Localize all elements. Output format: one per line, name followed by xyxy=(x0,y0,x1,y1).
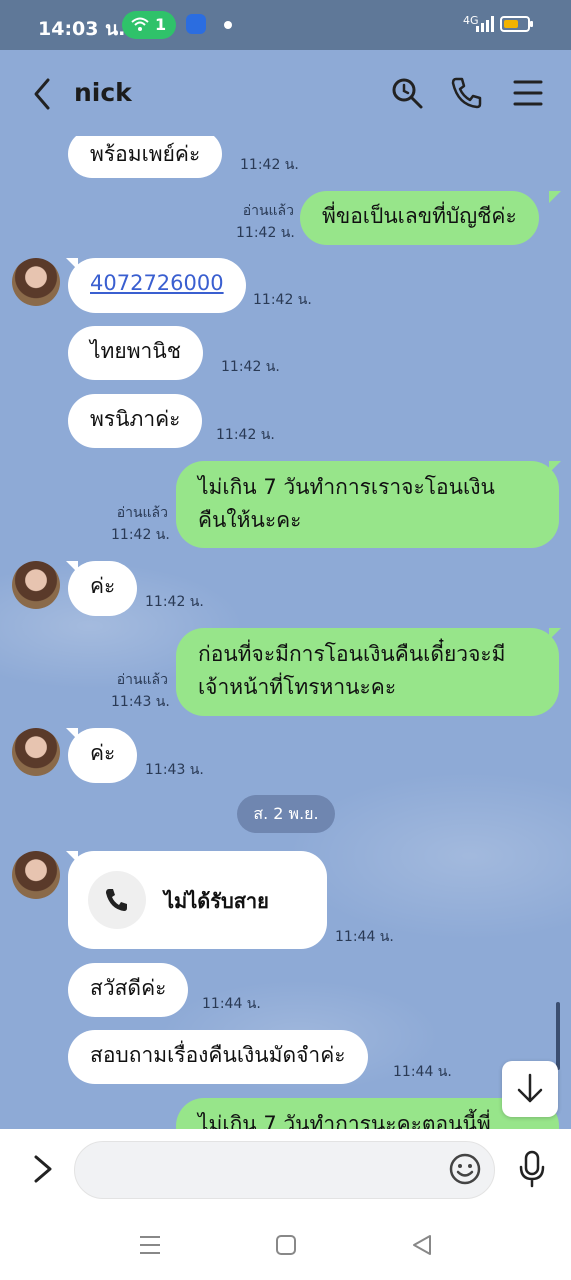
message-time: 11:44 น. xyxy=(202,996,261,1012)
back-arrow-icon[interactable] xyxy=(28,76,58,112)
message-time: 11:42 น. xyxy=(236,225,295,241)
message-bubble[interactable]: สวัสดีค่ะ xyxy=(68,963,189,1017)
date-separator: ส. 2 พ.ย. xyxy=(237,795,335,833)
message-bubble[interactable]: พร้อมเพย์ค่ะ xyxy=(68,136,223,178)
avatar[interactable] xyxy=(12,728,60,776)
message-bubble[interactable]: ไทยพานิช xyxy=(68,326,203,380)
account-number-link[interactable]: 4072726000 xyxy=(68,258,246,313)
message-bubble[interactable]: ไม่เกิน 7 วันทำการเราจะโอนเงิน คืนให้นะค… xyxy=(176,461,559,548)
bubble-tail xyxy=(549,461,561,473)
signal-icon xyxy=(476,16,494,32)
notification-dot-icon xyxy=(224,21,232,29)
home-icon[interactable] xyxy=(274,1233,298,1257)
avatar[interactable] xyxy=(12,561,60,609)
microphone-icon[interactable] xyxy=(516,1149,548,1189)
battery-icon xyxy=(500,16,533,32)
message-time: 11:42 น. xyxy=(145,594,204,610)
message-line: คืนให้นะคะ xyxy=(198,508,302,532)
message-input[interactable] xyxy=(74,1141,495,1199)
message-bubble[interactable]: ค่ะ xyxy=(68,728,138,783)
android-icon xyxy=(186,14,206,34)
bubble-tail xyxy=(549,191,561,203)
system-navigation-bar xyxy=(0,1209,571,1280)
message-input-bar xyxy=(0,1129,571,1209)
message-time: 11:42 น. xyxy=(216,427,275,443)
hotspot-indicator: 1 xyxy=(122,11,176,39)
read-receipt: อ่านแล้ว xyxy=(116,672,168,688)
call-icon-circle xyxy=(88,871,146,929)
message-time: 11:44 น. xyxy=(335,929,394,945)
scrollbar[interactable] xyxy=(556,1002,560,1070)
back-triangle-icon[interactable] xyxy=(410,1233,434,1257)
chat-header: nick xyxy=(0,50,571,136)
message-bubble[interactable]: ก่อนที่จะมีการโอนเงินคืนเดี๋ยวจะมี เจ้าห… xyxy=(176,628,559,716)
message-bubble[interactable]: พี่ขอเป็นเลขที่บัญชีค่ะ xyxy=(300,191,539,245)
missed-call-card[interactable]: ไม่ได้รับสาย xyxy=(68,851,327,949)
message-line: เจ้าหน้าที่โทรหานะคะ xyxy=(198,675,397,699)
status-bar: 14:03 น. 1 4G xyxy=(0,0,571,50)
missed-call-label: ไม่ได้รับสาย xyxy=(164,889,269,913)
message-bubble[interactable]: พรนิภาค่ะ xyxy=(68,394,203,448)
chat-area[interactable]: พร้อมเพย์ค่ะ 11:42 น. อ่านแล้ว 11:42 น. … xyxy=(0,136,571,1129)
read-receipt: อ่านแล้ว xyxy=(242,203,294,219)
scroll-to-bottom-button[interactable] xyxy=(502,1061,558,1117)
message-time: 11:42 น. xyxy=(221,359,280,375)
expand-chevron-icon[interactable] xyxy=(32,1151,54,1187)
message-time: 11:43 น. xyxy=(145,762,204,778)
hotspot-count: 1 xyxy=(155,15,167,34)
arrow-down-icon xyxy=(517,1073,543,1103)
read-receipt: อ่านแล้ว xyxy=(116,505,168,521)
bubble-tail xyxy=(549,628,561,640)
message-line: ไม่เกิน 7 วันทำการเราจะโอนเงิน xyxy=(198,475,495,499)
message-line: ก่อนที่จะมีการโอนเงินคืนเดี๋ยวจะมี xyxy=(198,642,506,666)
recent-apps-icon[interactable] xyxy=(138,1233,162,1257)
phone-icon[interactable] xyxy=(450,76,484,110)
message-bubble[interactable]: สอบถามเรื่องคืนเงินมัดจำค่ะ xyxy=(68,1030,368,1084)
message-time: 11:44 น. xyxy=(393,1064,452,1080)
emoji-icon[interactable] xyxy=(448,1152,482,1186)
message-time: 11:42 น. xyxy=(253,292,312,308)
status-time: 14:03 น. xyxy=(38,18,126,40)
chat-title: nick xyxy=(74,78,132,107)
message-time: 11:43 น. xyxy=(111,694,170,710)
menu-icon[interactable] xyxy=(511,76,545,110)
avatar[interactable] xyxy=(12,851,60,899)
search-icon[interactable] xyxy=(390,76,424,110)
avatar[interactable] xyxy=(12,258,60,306)
message-time: 11:42 น. xyxy=(240,157,299,173)
wifi-icon xyxy=(131,17,149,31)
phone-icon xyxy=(106,889,127,911)
message-time: 11:42 น. xyxy=(111,527,170,543)
message-bubble[interactable]: ค่ะ xyxy=(68,561,138,616)
